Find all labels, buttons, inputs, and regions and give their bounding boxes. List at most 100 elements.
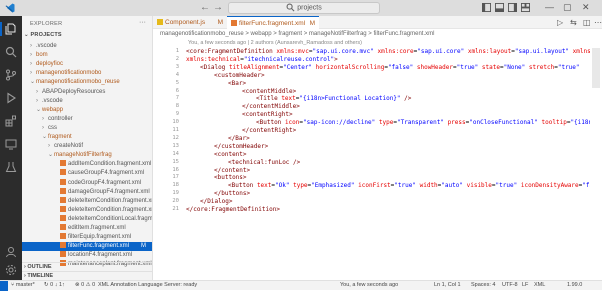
tree-item[interactable]: ⌄webapp <box>22 106 152 115</box>
timeline-section-header[interactable]: › TIMELINE <box>22 271 153 280</box>
code-line[interactable]: </contentMiddle> <box>242 103 300 110</box>
close-window-button[interactable]: ✕ <box>582 2 590 13</box>
code-line[interactable]: </content> <box>214 167 250 174</box>
account-icon[interactable] <box>5 246 17 258</box>
language-mode-status[interactable]: XML <box>534 282 545 288</box>
tree-item[interactable]: › .vscode <box>22 97 152 106</box>
manage-gear-icon[interactable] <box>5 264 17 276</box>
source-control-icon[interactable] <box>5 69 17 81</box>
tree-item-label: filterEquip.fragment.xml <box>68 234 132 241</box>
tree-item[interactable]: deleteItemCondition.fragment.xml <box>22 205 152 215</box>
tree-item-label: damageGroupF4.fragment.xml <box>68 188 150 195</box>
tree-item[interactable]: ⌄fragment <box>22 133 152 142</box>
tree-item[interactable]: filterFunc.fragment.xml M <box>22 242 152 252</box>
more-actions-icon[interactable]: ⋯ <box>594 18 602 27</box>
eol-status[interactable]: LF <box>522 282 528 288</box>
run-icon[interactable]: ▷ <box>557 18 563 27</box>
breadcrumb[interactable]: managenotificationmobo_reuse > webapp > … <box>160 31 434 37</box>
code-line[interactable]: </contentRight> <box>242 127 296 134</box>
tree-item[interactable]: deleteItemCondition.fragment.xml <box>22 196 152 206</box>
maximize-button[interactable]: ▢ <box>563 2 572 13</box>
tree-item[interactable]: › bom <box>22 51 152 60</box>
run-debug-icon[interactable] <box>5 92 17 104</box>
minimap-slider[interactable] <box>592 48 600 88</box>
tree-item[interactable]: › css <box>22 124 152 133</box>
tree-item[interactable]: codeGroupF4.fragment.xml <box>22 178 152 188</box>
branch-status[interactable]: ⑂ master* <box>11 282 35 288</box>
code-line[interactable]: <customHeader> <box>214 72 265 79</box>
tree-item[interactable]: › .vscode <box>22 42 152 51</box>
explorer-more-actions-button[interactable]: ··· <box>139 19 146 26</box>
tree-item[interactable]: › deployfioc <box>22 60 152 69</box>
code-line[interactable]: </buttons> <box>214 190 250 197</box>
tree-item[interactable]: filterEquip.fragment.xml <box>22 233 152 242</box>
javascript-file-icon <box>157 19 163 25</box>
tree-item[interactable]: ⌄managenotificationmobo_reuse <box>22 78 152 87</box>
sync-status[interactable]: ↻ 0 ↓ 1↑ <box>44 282 65 288</box>
code-editor[interactable]: <core:FragmentDefinition xmlns:mvc="sap.… <box>186 48 590 238</box>
tree-item[interactable]: › controller <box>22 115 152 124</box>
tab-label: filterFunc.fragment.xml <box>239 20 306 27</box>
customize-layout-icon[interactable] <box>521 3 530 12</box>
git-blame-status[interactable]: You, a few seconds ago <box>340 282 398 288</box>
forward-button[interactable]: → <box>213 2 223 13</box>
line-number: 12 <box>172 134 179 141</box>
tree-item[interactable]: addItemCondition.fragment.xml <box>22 160 152 169</box>
code-line[interactable]: <Bar> <box>228 80 246 87</box>
code-line[interactable]: <Button text="Ok" type="Emphasized" icon… <box>228 182 590 189</box>
code-line[interactable]: <technical:funLoc /> <box>228 159 300 166</box>
search-icon[interactable] <box>5 46 17 58</box>
tab-filterfunc-fragment-xml[interactable]: filterFunc.fragment.xml M <box>227 16 319 29</box>
tree-item[interactable]: causeGroupF4.fragment.xml <box>22 169 152 178</box>
command-center-search[interactable]: projects <box>228 2 380 14</box>
testing-icon[interactable] <box>5 161 17 173</box>
tree-item[interactable]: ⌄manageNotifFilterfrag <box>22 151 152 160</box>
minimize-button[interactable]: — <box>545 2 554 12</box>
tree-item[interactable]: locationF4.fragment.xml <box>22 251 152 260</box>
language-server-status[interactable]: XML Annotation Language Server: ready <box>98 282 197 288</box>
code-line[interactable]: <Dialog titleAlignment="Center" horizont… <box>200 64 580 71</box>
code-line[interactable]: <content> <box>214 151 247 158</box>
code-line[interactable]: </Dialog> <box>200 198 233 205</box>
layout-sidebar-icon[interactable] <box>482 3 491 12</box>
back-button[interactable]: ← <box>200 2 210 13</box>
code-line[interactable]: <Title text="{i18n>Functional Location}"… <box>256 95 411 102</box>
tab-component-js[interactable]: Component.js M <box>153 16 227 29</box>
code-line[interactable]: <contentRight> <box>242 111 293 118</box>
tree-item[interactable]: deleteItemConditionLocal.fragment.xml <box>22 214 152 224</box>
tree-item[interactable]: editItem.fragment.xml <box>22 224 152 233</box>
projects-section-header[interactable]: ⌄ PROJECTS <box>24 32 62 38</box>
line-number: 2 <box>175 55 179 62</box>
tree-item[interactable]: › ABAPDeployResources <box>22 88 152 97</box>
problems-status[interactable]: ⊗ 0 ⚠ 0 <box>75 282 95 288</box>
git-blame-codelens[interactable]: You, a few seconds ago | 2 authors (Auns… <box>188 40 362 46</box>
code-line[interactable]: </customHeader> <box>214 143 268 150</box>
editor-tabs: Component.js M filterFunc.fragment.xml M… <box>153 16 602 29</box>
encoding-status[interactable]: UTF-8 <box>502 282 518 288</box>
extensions-icon[interactable] <box>5 115 17 127</box>
outline-section-header[interactable]: › OUTLINE <box>22 262 153 271</box>
layout-panel-icon[interactable] <box>495 3 504 12</box>
tree-item[interactable]: › createNotif <box>22 142 152 151</box>
code-line[interactable]: xmlns:technical="itechnicalreuse.control… <box>186 56 338 63</box>
cursor-position[interactable]: Ln 1, Col 1 <box>434 282 461 288</box>
code-line[interactable]: </core:FragmentDefinition> <box>186 206 280 213</box>
tree-item[interactable]: › managenotificationmobo <box>22 69 152 78</box>
code-line[interactable]: <core:FragmentDefinition xmlns:mvc="sap.… <box>186 48 590 55</box>
line-number: 20 <box>172 198 179 205</box>
indentation-status[interactable]: Spaces: 4 <box>471 282 495 288</box>
compare-icon[interactable]: ⇆ <box>570 18 577 27</box>
version-status[interactable]: 1.99.0 <box>567 282 582 288</box>
layout-secondary-sidebar-icon[interactable] <box>508 3 517 12</box>
projects-section-label: PROJECTS <box>30 32 62 38</box>
split-editor-icon[interactable]: ◫ <box>583 18 591 27</box>
tree-item[interactable]: damageGroupF4.fragment.xml <box>22 187 152 197</box>
minimap[interactable] <box>592 48 602 228</box>
explorer-icon[interactable] <box>5 23 17 35</box>
code-line[interactable]: <Button icon="sap-icon://decline" type="… <box>256 119 590 126</box>
code-line[interactable]: <contentMiddle> <box>242 88 296 95</box>
remote-explorer-icon[interactable] <box>5 138 17 150</box>
outline-label: OUTLINE <box>27 264 52 270</box>
code-line[interactable]: <buttons> <box>214 174 247 181</box>
code-line[interactable]: </Bar> <box>228 135 250 142</box>
